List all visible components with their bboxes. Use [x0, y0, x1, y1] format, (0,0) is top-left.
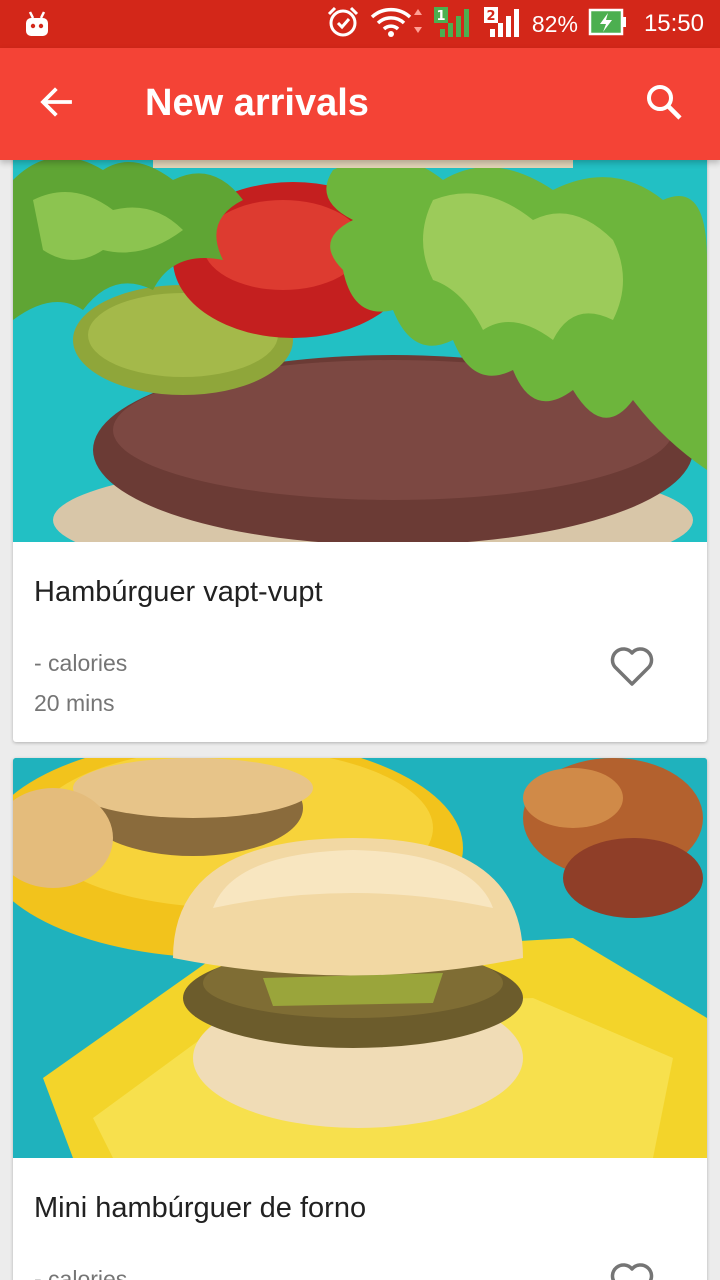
- battery-percent: 82%: [531, 10, 578, 37]
- page-title: New arrivals: [145, 82, 369, 124]
- recipe-title[interactable]: Hambúrguer vapt-vupt: [34, 576, 323, 609]
- app-bar: New arrivals: [0, 48, 720, 160]
- clock: 15:50: [643, 10, 704, 37]
- recipe-feed[interactable]: Hambúrguer vapt-vupt - calories 20 mins: [0, 160, 720, 1280]
- recipe-card[interactable]: Hambúrguer vapt-vupt - calories 20 mins: [13, 160, 707, 742]
- favorite-button[interactable]: [609, 646, 655, 692]
- recipe-calories: - calories: [34, 1266, 128, 1280]
- status-bar: 1 2 82% 15:50: [0, 0, 720, 48]
- heart-outline-icon: [610, 1262, 654, 1280]
- sim1-signal-icon: 1: [432, 5, 472, 44]
- search-icon: [645, 83, 683, 126]
- recipe-calories: - calories: [34, 650, 128, 676]
- recipe-image: [13, 160, 707, 542]
- search-button[interactable]: [638, 78, 690, 130]
- svg-text:2: 2: [486, 9, 495, 24]
- wifi-icon: [370, 5, 422, 44]
- favorite-button[interactable]: [609, 1262, 655, 1280]
- recipe-time: 20 mins: [34, 690, 115, 716]
- recipe-card[interactable]: Mini hambúrguer de forno - calories: [13, 758, 707, 1280]
- recipe-title[interactable]: Mini hambúrguer de forno: [34, 1192, 366, 1225]
- alarm-icon: [326, 5, 360, 44]
- heart-outline-icon: [610, 646, 654, 692]
- android-notification-icon: [24, 10, 50, 43]
- back-button[interactable]: [30, 78, 82, 130]
- battery-charging-icon: [588, 8, 628, 41]
- svg-text:1: 1: [436, 9, 445, 24]
- arrow-back-icon: [38, 84, 74, 125]
- recipe-image: [13, 758, 707, 1158]
- sim2-signal-icon: 2: [482, 5, 522, 44]
